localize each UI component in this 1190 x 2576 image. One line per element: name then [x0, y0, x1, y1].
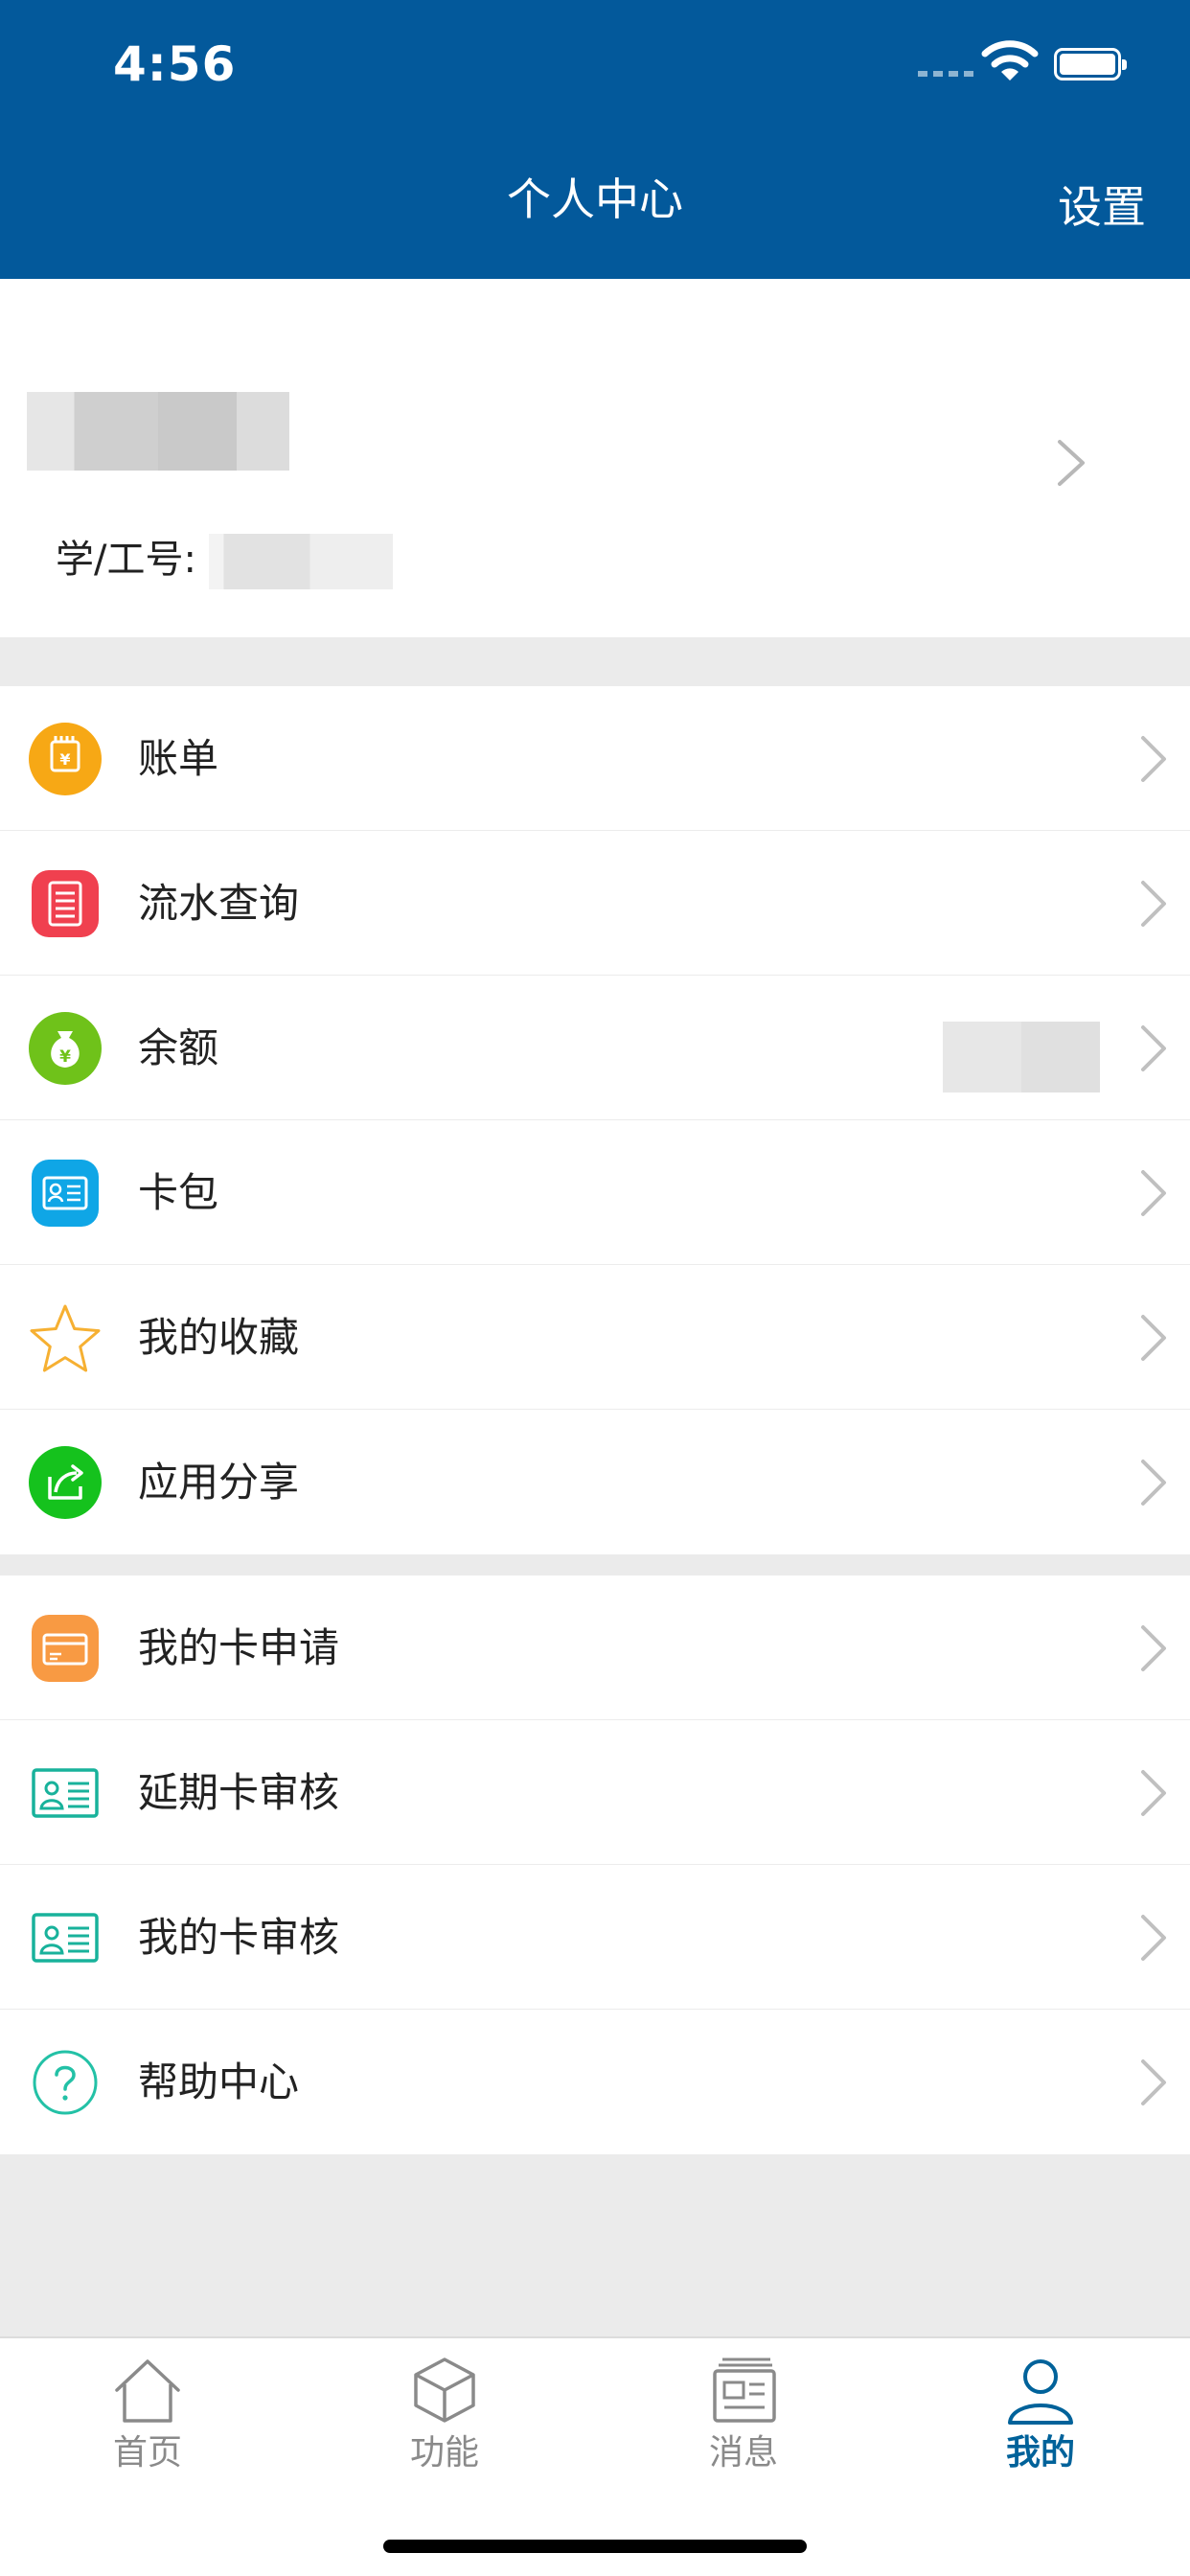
star-icon	[30, 1304, 101, 1372]
menu-item-label: 卡包	[138, 1169, 219, 1216]
menu-item-card-application[interactable]: 我的卡申请	[0, 1576, 1190, 1720]
menu-item-bill[interactable]: ¥ 账单	[0, 686, 1190, 831]
menu-group-card-services: 我的卡申请 延期卡审核 我的卡审核 帮助中心	[0, 1576, 1190, 2154]
chevron-right-icon	[1141, 881, 1166, 927]
tab-label: 消息	[708, 2433, 778, 2472]
menu-item-label: 流水查询	[138, 880, 300, 927]
menu-item-label: 账单	[138, 735, 219, 782]
tab-messages[interactable]: 消息	[657, 2354, 830, 2488]
chevron-right-icon	[1141, 2059, 1166, 2105]
wifi-icon	[981, 40, 1039, 80]
battery-icon	[1054, 48, 1127, 80]
chevron-right-icon	[1141, 1025, 1166, 1071]
menu-group-account: ¥ 账单 流水查询 ¥ 余额 卡包 我的收藏 应用分享	[0, 686, 1190, 1554]
page-title: 个人中心	[507, 173, 683, 225]
user-icon	[1008, 2359, 1073, 2425]
id-card-icon	[32, 1768, 99, 1818]
id-card-icon	[32, 1913, 99, 1963]
tab-functions[interactable]: 功能	[358, 2354, 531, 2488]
menu-item-favorites[interactable]: 我的收藏	[0, 1265, 1190, 1410]
settings-button[interactable]: 设置	[1058, 178, 1146, 236]
menu-item-label: 延期卡审核	[138, 1769, 340, 1816]
transaction-icon	[32, 870, 99, 937]
menu-item-help-center[interactable]: 帮助中心	[0, 2010, 1190, 2154]
home-icon	[115, 2359, 180, 2423]
cube-icon	[414, 2358, 475, 2423]
help-icon	[33, 2050, 98, 2115]
menu-item-label: 我的卡申请	[138, 1624, 340, 1671]
chevron-right-icon	[1141, 736, 1166, 782]
balance-icon: ¥	[29, 1012, 102, 1085]
cellular-signal-icon	[918, 71, 973, 77]
chevron-right-icon	[1141, 1170, 1166, 1216]
id-number-label: 学/工号:	[56, 538, 196, 582]
status-time: 4:56	[113, 36, 237, 92]
menu-item-share-app[interactable]: 应用分享	[0, 1410, 1190, 1554]
bill-icon: ¥	[29, 723, 102, 795]
balance-value-redacted	[943, 1022, 1100, 1092]
chevron-right-icon	[1141, 1315, 1166, 1361]
card-wallet-icon	[32, 1160, 99, 1227]
menu-item-card-wallet[interactable]: 卡包	[0, 1120, 1190, 1265]
card-application-icon	[32, 1615, 99, 1682]
news-icon	[713, 2358, 776, 2423]
svg-text:¥: ¥	[59, 1047, 71, 1067]
menu-item-my-card-review[interactable]: 我的卡审核	[0, 1865, 1190, 2010]
profile-card[interactable]: 学/工号:	[0, 279, 1190, 637]
menu-item-label: 我的收藏	[138, 1314, 300, 1361]
menu-item-balance[interactable]: ¥ 余额	[0, 976, 1190, 1120]
chevron-right-icon	[1058, 440, 1085, 486]
menu-item-label: 帮助中心	[138, 2058, 300, 2105]
app-header: 4:56 个人中心 设置	[0, 0, 1190, 279]
share-icon	[29, 1446, 102, 1519]
tab-me[interactable]: 我的	[954, 2354, 1127, 2488]
chevron-right-icon	[1141, 1460, 1166, 1506]
chevron-right-icon	[1141, 1915, 1166, 1961]
home-indicator	[383, 2540, 807, 2553]
tab-home[interactable]: 首页	[61, 2354, 234, 2488]
id-number-redacted	[209, 534, 393, 589]
svg-text:¥: ¥	[59, 750, 70, 769]
menu-item-label: 余额	[138, 1024, 219, 1071]
menu-item-extension-card-review[interactable]: 延期卡审核	[0, 1720, 1190, 1865]
user-name-redacted	[27, 392, 289, 471]
menu-item-label: 应用分享	[138, 1459, 300, 1506]
tab-label: 我的	[1005, 2433, 1075, 2472]
chevron-right-icon	[1141, 1625, 1166, 1671]
menu-item-label: 我的卡审核	[138, 1914, 340, 1961]
chevron-right-icon	[1141, 1770, 1166, 1816]
tab-label: 首页	[112, 2433, 182, 2472]
tab-label: 功能	[409, 2433, 479, 2472]
menu-item-transactions[interactable]: 流水查询	[0, 831, 1190, 976]
